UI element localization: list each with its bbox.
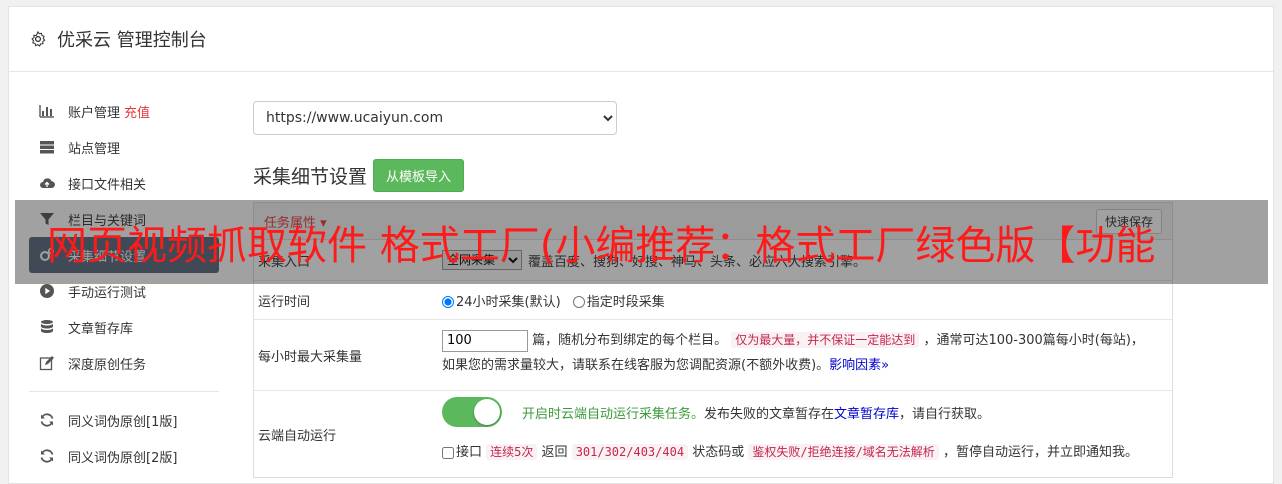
refresh-icon — [40, 413, 54, 427]
sidebar-item-label: 站点管理 — [68, 141, 121, 157]
page-title: 优采云 管理控制台 — [57, 30, 207, 51]
row-value: 篇，随机分布到绑定的每个栏目。 仅为最大量，并不保证一定能达到 ，通常可达100… — [442, 320, 1172, 390]
sidebar-item-label: 手动运行测试 — [68, 285, 147, 301]
site-select[interactable]: https://www.ucaiyun.com — [253, 101, 617, 135]
runtime-24h-radio[interactable] — [442, 296, 454, 308]
consecutive-tag: 连续5次 — [486, 444, 538, 460]
refresh-icon — [40, 449, 54, 463]
sidebar-item-deep-original[interactable]: 深度原创任务 — [29, 345, 219, 381]
sidebar-item-interface-files[interactable]: 接口文件相关 — [29, 165, 219, 201]
database-icon — [41, 320, 53, 333]
row-value: 开启时云端自动运行采集任务。 发布失败的文章暂存在 文章暂存库 ，请自行获取。 接口… — [442, 391, 1172, 477]
factors-link-label: 影响因素 — [829, 358, 882, 373]
factors-link[interactable]: 影响因素» — [829, 358, 889, 373]
runtime-period-option[interactable]: 指定时段采集 — [572, 291, 665, 310]
server-icon — [40, 141, 54, 154]
row-max-per-hour: 每小时最大采集量 篇，随机分布到绑定的每个栏目。 仅为最大量，并不保证一定能达到… — [254, 320, 1172, 391]
max-text-3: 如果您的需求量较大，请联系在线客服为您调配资源(不额外收费)。 — [442, 358, 830, 373]
row-label: 每小时最大采集量 — [258, 349, 363, 365]
sidebar-divider — [29, 391, 219, 392]
cloud-run-toggle[interactable] — [442, 397, 502, 427]
row-label: 运行时间 — [258, 294, 311, 310]
errors-tag: 鉴权失败/拒绝连接/域名无法解析 — [748, 444, 939, 460]
cloud-text-c: 返回 — [541, 445, 568, 460]
gear-icon — [31, 30, 46, 47]
sidebar-item-label: 同义词伪原创[1版] — [68, 414, 178, 430]
sidebar-item-label: 深度原创任务 — [68, 357, 147, 373]
interface-label: 接口 — [456, 445, 483, 460]
interface-pause-checkbox[interactable] — [442, 446, 454, 459]
play-circle-icon — [40, 284, 54, 298]
main-content: https://www.ucaiyun.com 采集细节设置 从模板导入 任务属… — [253, 101, 1173, 478]
max-warning-tag: 仅为最大量，并不保证一定能达到 — [731, 332, 920, 348]
watermark-banner: 网页视频抓取软件 格式工厂(小编推荐：格式工厂绿色版【功能 — [15, 200, 1268, 284]
max-text-1: 篇，随机分布到绑定的每个栏目。 — [532, 333, 728, 348]
max-per-hour-input[interactable] — [442, 329, 528, 352]
bar-chart-icon — [39, 105, 54, 118]
sidebar-item-synonym-v1[interactable]: 同义词伪原创[1版] — [29, 402, 219, 438]
cloud-text-d: 状态码或 — [692, 445, 745, 460]
sidebar-item-label: 账户管理 — [68, 105, 121, 121]
cloud-enabled-text: 开启时云端自动运行采集任务。 — [522, 406, 705, 422]
double-chevron-down-icon: » — [881, 358, 890, 373]
section-title-row: 采集细节设置 从模板导入 — [253, 159, 1173, 192]
panel-header: 优采云 管理控制台 — [9, 7, 1273, 72]
runtime-period-radio[interactable] — [572, 296, 585, 308]
sidebar-item-synonym-v2[interactable]: 同义词伪原创[2版] — [29, 438, 219, 474]
runtime-24h-option[interactable]: 24小时采集(默认) — [442, 291, 561, 310]
recharge-link[interactable]: 充值 — [124, 102, 150, 121]
runtime-24h-label: 24小时采集(默认) — [456, 294, 561, 310]
max-text-2: ，通常可达100-300篇每小时(每站)， — [923, 333, 1144, 348]
row-runtime: 运行时间 24小时采集(默认) 指定时段采集 — [254, 281, 1172, 320]
sidebar-item-sites[interactable]: 站点管理 — [29, 129, 219, 165]
status-codes-tag: 301/302/403/404 — [571, 444, 689, 460]
cloud-upload-icon — [40, 178, 55, 189]
cloud-line-1: 开启时云端自动运行采集任务。 发布失败的文章暂存在 文章暂存库 ，请自行获取。 — [442, 397, 1172, 427]
section-title: 采集细节设置 — [253, 166, 368, 188]
row-label: 云端自动运行 — [258, 428, 337, 444]
max-line-1: 篇，随机分布到绑定的每个栏目。 仅为最大量，并不保证一定能达到 ，通常可达100… — [442, 328, 1172, 353]
article-storage-link[interactable]: 文章暂存库 — [834, 403, 899, 422]
sidebar-item-account[interactable]: 账户管理 充值 — [29, 93, 219, 129]
runtime-period-label: 指定时段采集 — [586, 294, 665, 310]
cloud-line-2: 接口 连续5次 返回 301/302/403/404 状态码或 鉴权失败/拒绝连… — [442, 441, 1172, 460]
sidebar-item-label: 同义词伪原创[2版] — [68, 450, 178, 466]
row-cloud-run: 云端自动运行 开启时云端自动运行采集任务。 发布失败的文章暂存在 文章暂存库 ，请自… — [254, 391, 1172, 477]
sidebar-item-label: 接口文件相关 — [68, 177, 147, 193]
import-template-button[interactable]: 从模板导入 — [373, 159, 465, 192]
edit-icon — [39, 356, 54, 371]
sidebar-item-article-storage[interactable]: 文章暂存库 — [29, 309, 219, 345]
cloud-text-b: ，请自行获取。 — [899, 406, 991, 422]
max-line-2: 如果您的需求量较大，请联系在线客服为您调配资源(不额外收费)。影响因素» — [442, 353, 1172, 378]
cloud-text-a: 发布失败的文章暂存在 — [704, 406, 835, 422]
sidebar-item-label: 文章暂存库 — [68, 321, 134, 337]
cloud-text-e: ，暂停自动运行，并立即通知我。 — [942, 445, 1138, 460]
row-value: 24小时采集(默认) 指定时段采集 — [442, 281, 1172, 319]
watermark-text: 网页视频抓取软件 格式工厂(小编推荐：格式工厂绿色版【功能 — [47, 223, 1156, 269]
